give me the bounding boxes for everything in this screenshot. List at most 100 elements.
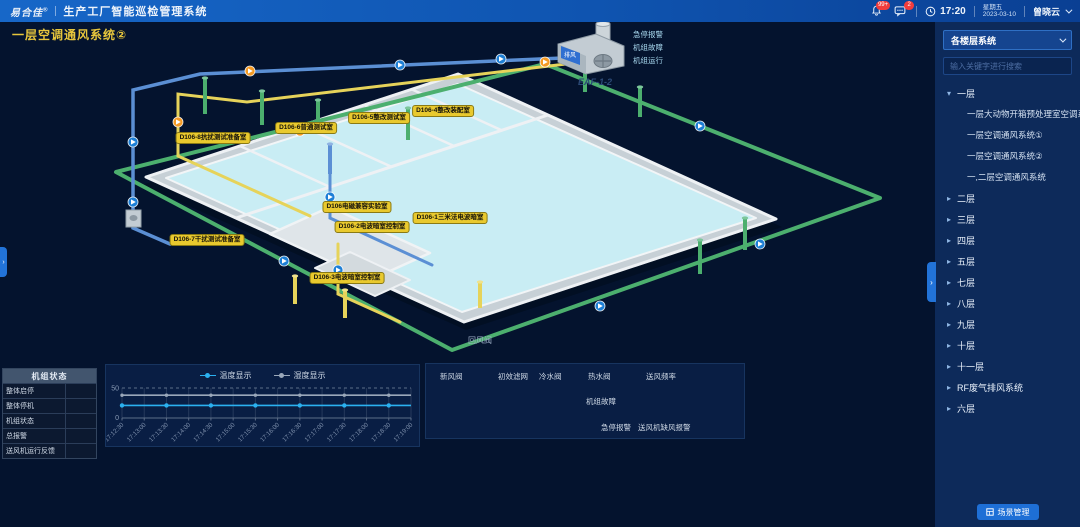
sidebar-tree-item[interactable]: 一层空调通风系统① [935, 125, 1080, 146]
chevron-right-icon: › [2, 259, 4, 266]
page-title: 一层空调通风系统② [12, 26, 127, 43]
status-field: 机组故障 [586, 396, 620, 407]
legend-item[interactable]: 湿度显示 [274, 370, 326, 381]
sidebar-tree-group[interactable]: ▾一层 [935, 83, 1080, 104]
caret-icon: ▸ [947, 257, 957, 266]
trend-chart-panel: 温度显示 湿度显示 17:12:3017:13:0017:13:3017:14:0… [105, 364, 420, 447]
scene-manage-button[interactable]: 场景管理 [977, 504, 1039, 520]
app-root: 易合佳® 生产工厂智能巡检管理系统 99+ 2 [0, 0, 1080, 527]
tree-group-label: 五层 [957, 255, 975, 268]
sidebar-tree-item[interactable]: 一层空调通风系统② [935, 146, 1080, 167]
registered-mark: ® [43, 7, 48, 13]
tree-group-label: 十层 [957, 339, 975, 352]
sidebar-tree-group[interactable]: ▸九层 [935, 314, 1080, 335]
caret-icon: ▸ [947, 320, 957, 329]
sidebar-tree-group[interactable]: ▸八层 [935, 293, 1080, 314]
sidebar-tree-group[interactable]: ▸五层 [935, 251, 1080, 272]
clock: 17:20 [925, 6, 966, 17]
sidebar-tree-group[interactable]: ▸六层 [935, 398, 1080, 419]
sidebar-tree-group[interactable]: ▸RF废气排风系统 [935, 377, 1080, 398]
caret-icon: ▸ [947, 236, 957, 245]
room-label: D106-4整改装配室 [412, 105, 474, 117]
legend-swatch-icon [200, 372, 216, 379]
trend-chart: 17:12:3017:13:0017:13:3017:14:0017:14:30… [106, 382, 419, 444]
sidebar-tree-group[interactable]: ▸三层 [935, 209, 1080, 230]
exhaust-fan-unit[interactable]: 排风 EAF-1-2 [558, 22, 624, 87]
duct-riser-cap [477, 280, 483, 283]
alarm-field: 送风机缺风报警 [638, 422, 695, 433]
messages-badge: 2 [904, 1, 914, 10]
sidebar-tree-item[interactable]: 一,二层空调通风系统 [935, 167, 1080, 188]
header-divider [974, 6, 975, 17]
time-text: 17:20 [940, 6, 966, 17]
svg-text:17:17:00: 17:17:00 [304, 421, 326, 443]
room-label: D106-6普通测试室 [275, 122, 337, 134]
tree-group-label: 七层 [957, 276, 975, 289]
fan-panel-label: 排风 [564, 51, 576, 59]
return-air-valve-label: 回风阀 [468, 336, 492, 345]
status-field: 初效滤网 [498, 371, 532, 382]
sidebar-tree-group[interactable]: ▸七层 [935, 272, 1080, 293]
duct-riser-cap [315, 98, 321, 101]
top-header-bar: 易合佳® 生产工厂智能巡检管理系统 99+ 2 [0, 0, 1080, 22]
sidebar-tree-group[interactable]: ▸四层 [935, 230, 1080, 251]
notifications-badge: 99+ [876, 1, 890, 10]
sidebar-tree-group[interactable]: ▸十一层 [935, 356, 1080, 377]
room-label: D106-3电波暗室控制室 [310, 272, 385, 284]
svg-text:17:18:30: 17:18:30 [370, 421, 392, 443]
unit-status-label: 整体启停 [3, 384, 65, 398]
tree-group-label: 三层 [957, 213, 975, 226]
fan-status-line: 急停报警 [633, 29, 663, 39]
chevron-right-icon: › [930, 278, 933, 287]
unit-status-value [65, 399, 96, 413]
unit-status-table: 机组状态 整体启停整体停机机组状态总报警送风机运行反馈 [2, 368, 97, 459]
duct-riser-cap [292, 274, 298, 277]
duct-riser-cap [327, 142, 333, 145]
duct-riser-cap [697, 238, 703, 241]
sidebar-tree-group[interactable]: ▸十层 [935, 335, 1080, 356]
unit-status-label: 送风机运行反馈 [3, 444, 65, 458]
legend-label: 湿度显示 [294, 370, 326, 381]
sidebar-tree-group[interactable]: ▸二层 [935, 188, 1080, 209]
sidebar-tree-item[interactable]: 一层大动物开箱预处理室空调系统 [935, 104, 1080, 125]
fan-code-label: EAF-1-2 [578, 77, 612, 87]
user-menu[interactable]: 曾晓云 [1033, 5, 1070, 18]
legend-item[interactable]: 温度显示 [200, 370, 252, 381]
caret-icon: ▸ [947, 383, 957, 392]
scene-manage-label: 场景管理 [998, 507, 1030, 518]
chevron-down-icon [1059, 35, 1066, 42]
svg-text:50: 50 [111, 386, 119, 393]
valve-status-panel: 新风阀 初效滤网 冷水阀 热水阀 送风频率 机组故障 急停报警 送风机缺风报警 [425, 363, 745, 439]
svg-text:17:13:30: 17:13:30 [148, 421, 170, 443]
app-title: 生产工厂智能巡检管理系统 [63, 3, 207, 19]
system-selector-dropdown[interactable]: 各楼层系统 [943, 30, 1072, 50]
floorplan-canvas[interactable]: 排风 EAF-1-2 急停报警 机组故障 机组运行 回风阀 D106-8抗扰测试… [0, 22, 935, 362]
svg-text:17:12:30: 17:12:30 [106, 421, 126, 443]
svg-text:17:15:00: 17:15:00 [215, 421, 237, 443]
user-name: 曾晓云 [1033, 5, 1060, 18]
svg-text:17:17:30: 17:17:30 [326, 421, 348, 443]
notifications-button[interactable]: 99+ [868, 3, 884, 19]
tree-group-label: 四层 [957, 234, 975, 247]
status-field-label: 新风阀 [440, 372, 463, 381]
status-field-label: 热水阀 [588, 372, 611, 381]
clock-icon [925, 6, 936, 17]
svg-text:17:16:00: 17:16:00 [259, 421, 281, 443]
weekday-text: 星期五 [983, 4, 1016, 11]
left-panel-handle[interactable]: › [0, 247, 7, 277]
unit-status-row: 总报警 [3, 428, 96, 443]
status-field: 热水阀 [588, 371, 615, 382]
alarm-label: 急停报警 [601, 423, 631, 432]
sidebar-collapse-handle[interactable]: › [927, 262, 936, 302]
alarm-label: 送风机缺风报警 [638, 423, 691, 432]
messages-button[interactable]: 2 [892, 3, 908, 19]
floorplan-3d-view: 排风 EAF-1-2 急停报警 机组故障 机组运行 回风阀 [0, 22, 935, 362]
legend-label: 温度显示 [220, 370, 252, 381]
unit-status-label: 机组状态 [3, 414, 65, 428]
header-divider [1024, 6, 1025, 17]
svg-text:17:16:30: 17:16:30 [281, 421, 303, 443]
alarm-field: 急停报警 [601, 422, 635, 433]
search-input[interactable] [943, 57, 1072, 75]
room-label: D106-1三米法电波暗室 [413, 212, 488, 224]
unit-status-row: 送风机运行反馈 [3, 443, 96, 458]
